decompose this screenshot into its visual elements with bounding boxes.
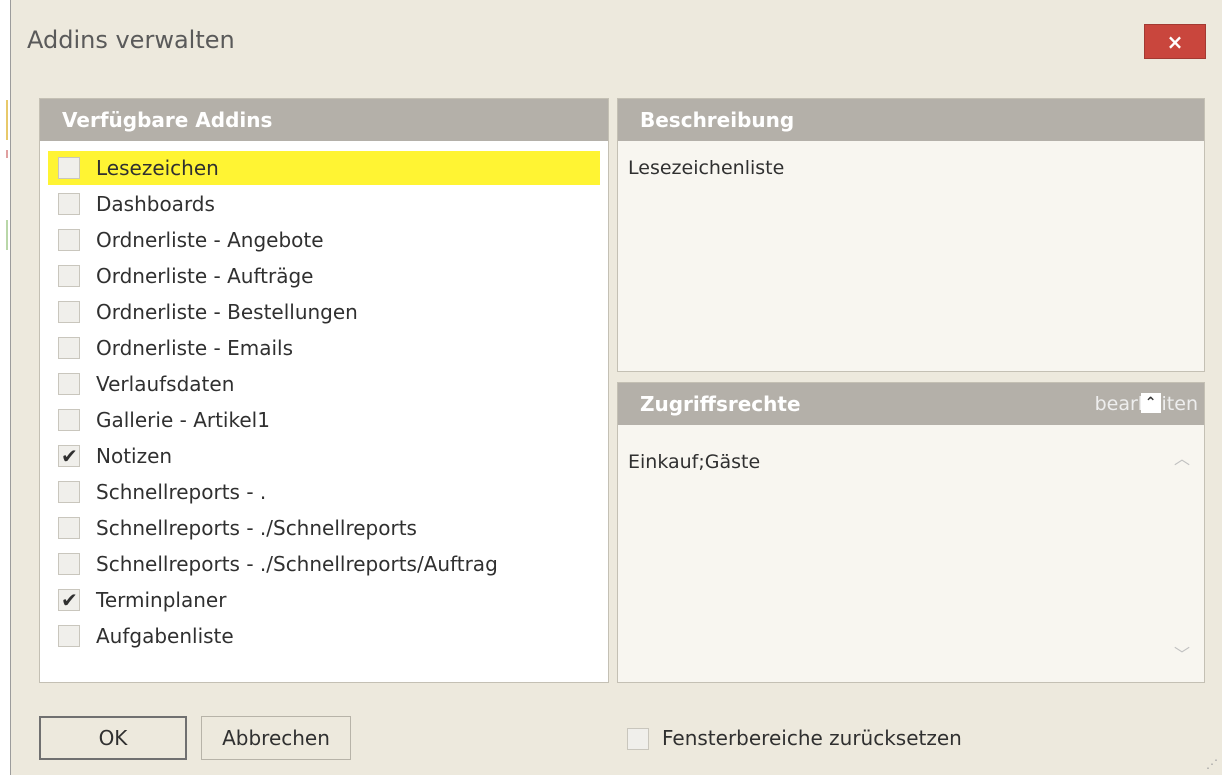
edge-mark: [6, 100, 8, 140]
access-rights-header: Zugriffsrechte bearbeiten ⌃: [618, 383, 1204, 425]
addin-item[interactable]: Ordnerliste - Emails: [48, 331, 600, 365]
addin-checkbox[interactable]: [58, 265, 80, 287]
addin-checkbox[interactable]: [58, 553, 80, 575]
background-window-edge: [0, 0, 10, 775]
cancel-button-label: Abbrechen: [222, 726, 330, 750]
ok-button[interactable]: OK: [39, 716, 187, 760]
addin-label: Ordnerliste - Angebote: [96, 228, 324, 252]
title-bar[interactable]: Addins verwalten ×: [11, 0, 1222, 76]
addin-checkbox[interactable]: [58, 409, 80, 431]
scroll-down-icon[interactable]: ﹀: [1174, 641, 1190, 665]
caret-up-icon[interactable]: ⌃: [1140, 393, 1161, 413]
check-icon: ✔: [61, 444, 78, 468]
close-button[interactable]: ×: [1144, 24, 1206, 59]
addin-checkbox[interactable]: [58, 625, 80, 647]
addin-checkbox[interactable]: [58, 301, 80, 323]
addin-checkbox[interactable]: [58, 157, 80, 179]
addin-label: Notizen: [96, 444, 173, 468]
addin-checkbox[interactable]: [58, 481, 80, 503]
check-icon: ✔: [61, 588, 78, 612]
addins-dialog: Addins verwalten × Verfügbare Addins Les…: [10, 0, 1222, 775]
addin-item[interactable]: Gallerie - Artikel1: [48, 403, 600, 437]
addin-label: Aufgabenliste: [96, 624, 234, 648]
addin-label: Schnellreports - ./Schnellreports: [96, 516, 417, 540]
addin-label: Schnellreports - .: [96, 480, 267, 504]
addin-checkbox[interactable]: [58, 229, 80, 251]
addin-label: Terminplaner: [96, 588, 227, 612]
addin-checkbox[interactable]: [58, 517, 80, 539]
addin-label: Ordnerliste - Emails: [96, 336, 294, 360]
addin-item[interactable]: Schnellreports - .: [48, 475, 600, 509]
addin-item[interactable]: Lesezeichen: [48, 151, 600, 185]
addin-label: Schnellreports - ./Schnellreports/Auftra…: [96, 552, 498, 576]
edit-link[interactable]: bearbeiten ⌃: [1095, 383, 1198, 425]
addin-item[interactable]: Schnellreports - ./Schnellreports/Auftra…: [48, 547, 600, 581]
addin-item[interactable]: Aufgabenliste: [48, 619, 600, 653]
addin-item[interactable]: Ordnerliste - Bestellungen: [48, 295, 600, 329]
addin-checkbox[interactable]: [58, 193, 80, 215]
addin-checkbox[interactable]: ✔: [58, 588, 80, 612]
addin-item[interactable]: Dashboards: [48, 187, 600, 221]
addin-label: Ordnerliste - Aufträge: [96, 264, 314, 288]
addin-label: Verlaufsdaten: [96, 372, 235, 396]
addin-label: Dashboards: [96, 192, 215, 216]
description-panel: Beschreibung Lesezeichenliste: [617, 98, 1205, 372]
addin-item[interactable]: Ordnerliste - Aufträge: [48, 259, 600, 293]
resize-grip-icon[interactable]: ⋰: [1206, 757, 1218, 771]
window-title: Addins verwalten: [27, 26, 235, 54]
scroll-up-icon[interactable]: ︿: [1174, 445, 1190, 469]
access-rights-title: Zugriffsrechte: [640, 392, 801, 416]
addin-label: Lesezeichen: [96, 156, 219, 180]
description-header: Beschreibung: [618, 99, 1204, 141]
close-icon: ×: [1166, 29, 1184, 54]
access-rights-text[interactable]: Einkauf;Gäste: [628, 451, 760, 473]
addin-checkbox[interactable]: [58, 373, 80, 395]
reset-panes-checkbox[interactable]: [627, 728, 649, 750]
access-rights-panel: Zugriffsrechte bearbeiten ⌃ Einkauf;Gäst…: [617, 382, 1205, 683]
available-addins-header: Verfügbare Addins: [40, 99, 608, 141]
edge-mark: [6, 150, 8, 158]
addin-label: Ordnerliste - Bestellungen: [96, 300, 358, 324]
addin-item[interactable]: Ordnerliste - Angebote: [48, 223, 600, 257]
available-addins-panel: Verfügbare Addins Lesezeichen Dashboards O…: [39, 98, 609, 683]
edge-mark: [6, 220, 8, 250]
addin-item[interactable]: Verlaufsdaten: [48, 367, 600, 401]
reset-panes-label[interactable]: Fensterbereiche zurücksetzen: [662, 726, 962, 750]
addin-label: Gallerie - Artikel1: [96, 408, 270, 432]
cancel-button[interactable]: Abbrechen: [201, 716, 351, 760]
addin-item[interactable]: ✔ Notizen: [48, 439, 600, 473]
ok-button-label: OK: [98, 726, 128, 750]
addin-checkbox[interactable]: ✔: [58, 444, 80, 468]
addin-checkbox[interactable]: [58, 337, 80, 359]
description-text: Lesezeichenliste: [628, 157, 785, 179]
addin-item[interactable]: Schnellreports - ./Schnellreports: [48, 511, 600, 545]
addin-item[interactable]: ✔ Terminplaner: [48, 583, 600, 617]
